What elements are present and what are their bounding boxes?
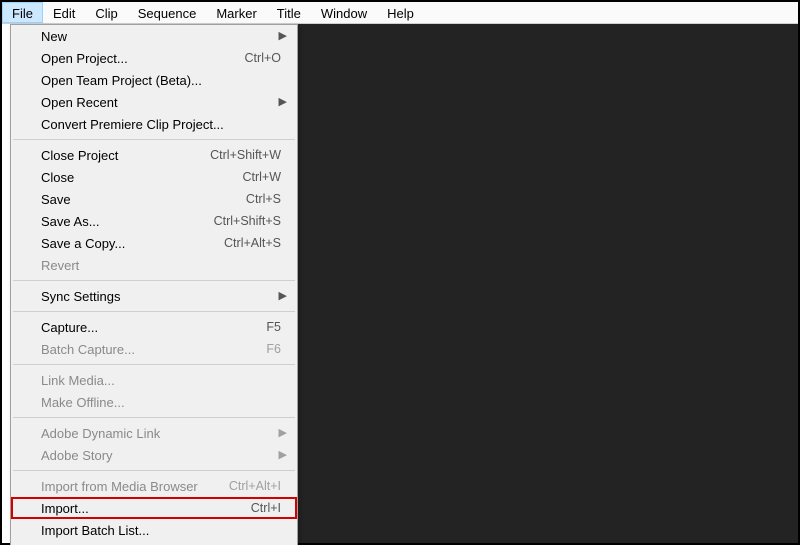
menu-item-save-as[interactable]: Save As... Ctrl+Shift+S [11,210,297,232]
menu-item-import-recent-file[interactable]: Import Recent File ▶ [11,541,297,545]
menu-item-shortcut: Ctrl+Shift+W [210,148,287,162]
menu-item-label: Close Project [41,148,210,163]
menu-item-label: Revert [41,258,287,273]
menubar-item-edit[interactable]: Edit [43,2,85,23]
chevron-right-icon: ▶ [277,450,287,461]
menu-item-sync-settings[interactable]: Sync Settings ▶ [11,285,297,307]
menu-item-shortcut: F5 [266,320,287,334]
menu-item-save-a-copy[interactable]: Save a Copy... Ctrl+Alt+S [11,232,297,254]
menu-item-label: Open Recent [41,95,277,110]
menu-item-link-media: Link Media... [11,369,297,391]
menu-item-import-from-media-browser: Import from Media Browser Ctrl+Alt+I [11,475,297,497]
menu-item-convert-premiere-clip[interactable]: Convert Premiere Clip Project... [11,113,297,135]
menu-item-label: Import from Media Browser [41,479,229,494]
menu-separator [13,280,295,281]
menu-item-open-team-project[interactable]: Open Team Project (Beta)... [11,69,297,91]
menubar-item-label: Sequence [138,6,197,21]
menu-item-shortcut: Ctrl+W [242,170,287,184]
menu-item-adobe-story: Adobe Story ▶ [11,444,297,466]
menubar-item-marker[interactable]: Marker [206,2,266,23]
menu-item-label: Open Team Project (Beta)... [41,73,287,88]
menu-item-batch-capture: Batch Capture... F6 [11,338,297,360]
menu-item-label: Open Project... [41,51,245,66]
menu-item-label: Adobe Dynamic Link [41,426,277,441]
menu-separator [13,417,295,418]
menu-item-adobe-dynamic-link: Adobe Dynamic Link ▶ [11,422,297,444]
menubar: File Edit Clip Sequence Marker Title Win… [2,2,798,24]
menubar-item-help[interactable]: Help [377,2,424,23]
menubar-item-label: Window [321,6,367,21]
workspace-area [298,24,798,543]
chevron-right-icon: ▶ [277,31,287,42]
menu-separator [13,470,295,471]
menu-item-open-recent[interactable]: Open Recent ▶ [11,91,297,113]
menu-item-label: Import Batch List... [41,523,287,538]
menubar-item-window[interactable]: Window [311,2,377,23]
menu-item-make-offline: Make Offline... [11,391,297,413]
menu-item-shortcut: Ctrl+O [245,51,287,65]
menu-item-label: Link Media... [41,373,287,388]
menu-item-label: Save As... [41,214,214,229]
menu-item-close-project[interactable]: Close Project Ctrl+Shift+W [11,144,297,166]
menubar-item-file[interactable]: File [2,2,43,23]
menu-item-label: New [41,29,277,44]
menu-item-shortcut: Ctrl+I [251,501,287,515]
menubar-item-clip[interactable]: Clip [85,2,127,23]
menu-item-new[interactable]: New ▶ [11,25,297,47]
menubar-item-label: Help [387,6,414,21]
menu-item-label: Sync Settings [41,289,277,304]
menu-separator [13,311,295,312]
menu-item-shortcut: F6 [266,342,287,356]
chevron-right-icon: ▶ [277,97,287,108]
menu-item-shortcut: Ctrl+Alt+S [224,236,287,250]
menu-item-shortcut: Ctrl+Shift+S [214,214,287,228]
menu-item-label: Save [41,192,246,207]
menubar-item-sequence[interactable]: Sequence [128,2,207,23]
menu-item-revert: Revert [11,254,297,276]
menu-item-open-project[interactable]: Open Project... Ctrl+O [11,47,297,69]
file-menu: New ▶ Open Project... Ctrl+O Open Team P… [10,24,298,545]
menubar-item-label: Edit [53,6,75,21]
menu-item-label: Import... [41,501,251,516]
menu-item-label: Adobe Story [41,448,277,463]
menu-item-import-batch-list[interactable]: Import Batch List... [11,519,297,541]
menubar-item-label: Title [277,6,301,21]
chevron-right-icon: ▶ [277,428,287,439]
chevron-right-icon: ▶ [277,291,287,302]
menu-item-save[interactable]: Save Ctrl+S [11,188,297,210]
menu-item-label: Convert Premiere Clip Project... [41,117,287,132]
menu-item-label: Close [41,170,242,185]
menu-item-label: Make Offline... [41,395,287,410]
menu-item-import[interactable]: Import... Ctrl+I [11,497,297,519]
menu-separator [13,139,295,140]
menu-item-shortcut: Ctrl+Alt+I [229,479,287,493]
menu-separator [13,364,295,365]
menu-item-label: Save a Copy... [41,236,224,251]
menubar-item-label: Marker [216,6,256,21]
menu-item-capture[interactable]: Capture... F5 [11,316,297,338]
menu-item-close[interactable]: Close Ctrl+W [11,166,297,188]
menubar-item-label: File [12,6,33,21]
menubar-item-label: Clip [95,6,117,21]
menubar-item-title[interactable]: Title [267,2,311,23]
menu-item-shortcut: Ctrl+S [246,192,287,206]
menu-item-label: Batch Capture... [41,342,266,357]
menu-item-label: Capture... [41,320,266,335]
